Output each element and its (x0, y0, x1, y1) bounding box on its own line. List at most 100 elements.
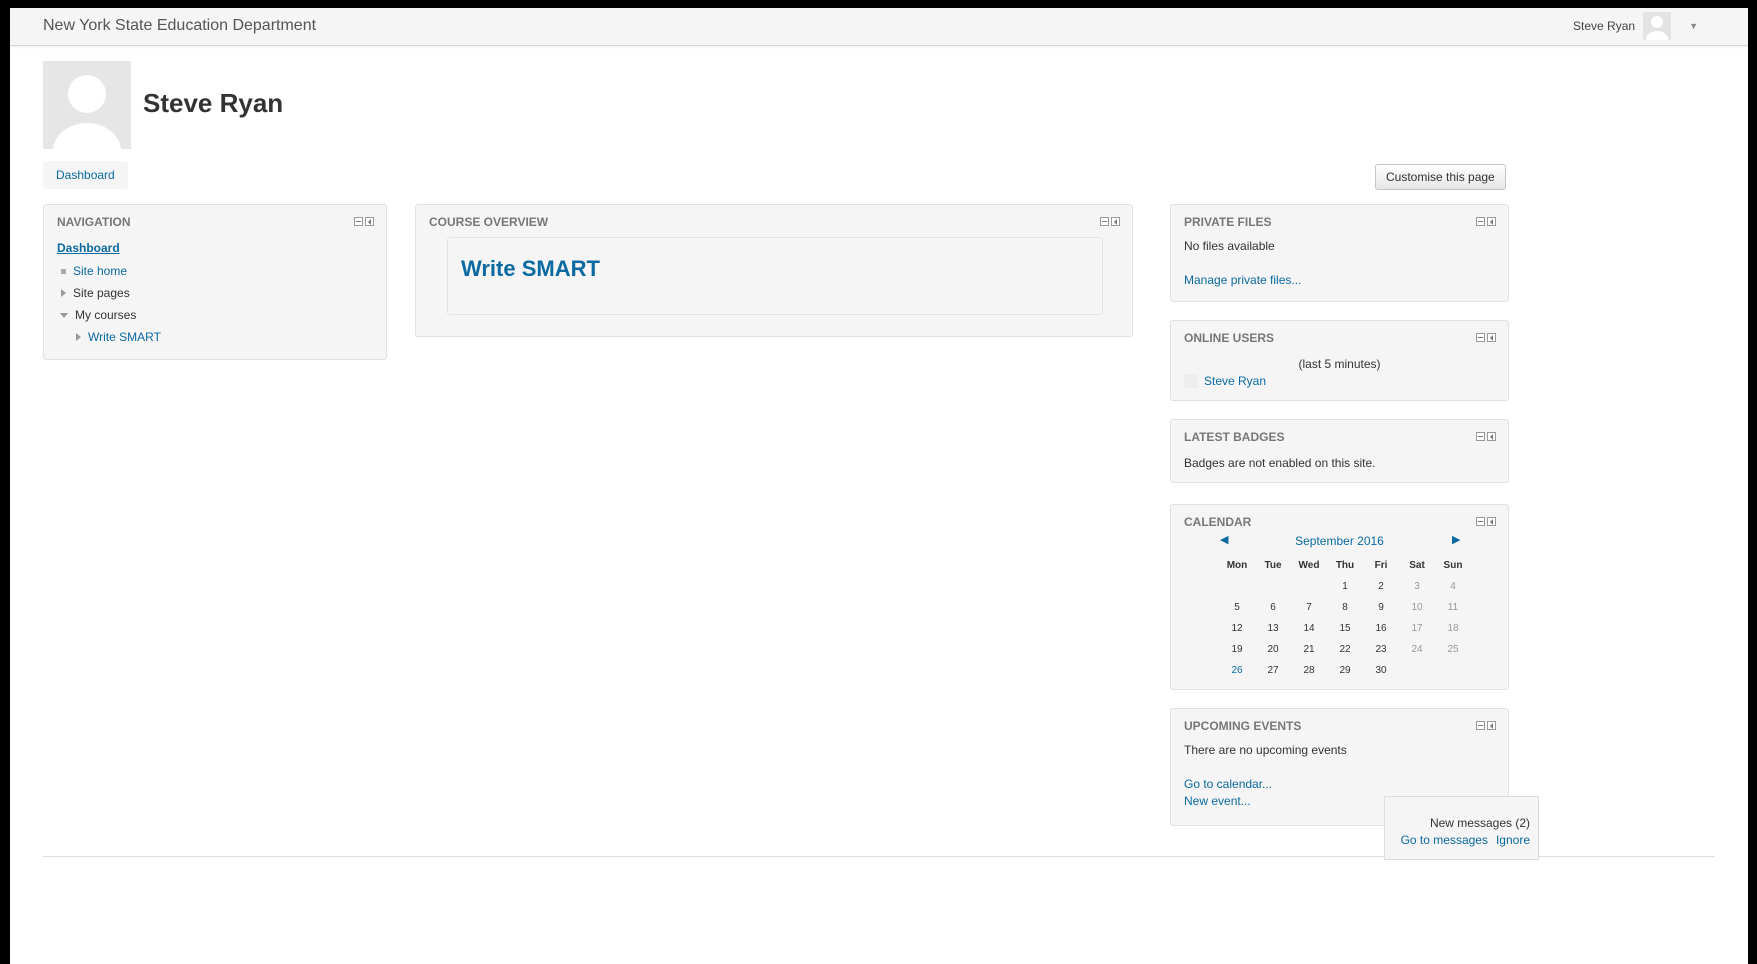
manage-private-files-link[interactable]: Manage private files... (1184, 273, 1301, 287)
calendar-day[interactable]: 5 (1219, 597, 1255, 618)
chevron-down-icon[interactable]: ▼ (1689, 21, 1698, 31)
calendar-day[interactable]: 3 (1399, 576, 1435, 597)
nav-item-label[interactable]: Site home (73, 264, 127, 278)
calendar-day[interactable]: 9 (1363, 597, 1399, 618)
collapse-icon[interactable] (1476, 517, 1485, 526)
ignore-messages-link[interactable]: Ignore (1496, 833, 1530, 847)
calendar-day[interactable]: 8 (1327, 597, 1363, 618)
collapse-icon[interactable] (1100, 217, 1109, 226)
dock-icon[interactable] (365, 217, 374, 226)
nav-item-my-courses[interactable]: My courses (60, 308, 136, 322)
calendar-day[interactable]: 7 (1291, 597, 1327, 618)
calendar-day[interactable]: 6 (1255, 597, 1291, 618)
user-avatar-icon (1184, 374, 1198, 388)
dock-icon[interactable] (1487, 217, 1496, 226)
site-brand[interactable]: New York State Education Department (43, 17, 316, 35)
calendar-day[interactable]: 12 (1219, 618, 1255, 639)
collapse-icon[interactable] (1476, 333, 1485, 342)
calendar-day[interactable]: 26 (1219, 660, 1255, 681)
calendar-day[interactable]: 18 (1435, 618, 1471, 639)
nav-item-site-pages[interactable]: Site pages (61, 286, 130, 300)
collapse-icon[interactable] (1476, 432, 1485, 441)
nav-item-label[interactable]: My courses (75, 308, 136, 322)
calendar-day[interactable]: 15 (1327, 618, 1363, 639)
calendar-day[interactable]: 4 (1435, 576, 1471, 597)
go-to-calendar-link[interactable]: Go to calendar... (1184, 777, 1272, 791)
nav-item-label[interactable]: Site pages (73, 286, 130, 300)
calendar-day[interactable]: 30 (1363, 660, 1399, 681)
customise-page-button[interactable]: Customise this page (1375, 164, 1506, 190)
navigation-block: NAVIGATION Dashboard Site home Site page… (43, 204, 387, 360)
course-overview-block: COURSE OVERVIEW Write SMART (415, 204, 1133, 337)
dock-icon[interactable] (1487, 721, 1496, 730)
calendar-weekday: Sat (1409, 560, 1425, 571)
block-controls (1476, 432, 1496, 441)
user-menu[interactable]: Steve Ryan ▼ (1573, 12, 1698, 40)
dock-icon[interactable] (1487, 333, 1496, 342)
course-title-link[interactable]: Write SMART (461, 256, 600, 282)
expand-arrow-icon[interactable] (76, 333, 81, 341)
collapse-icon[interactable] (354, 217, 363, 226)
calendar-day[interactable]: 29 (1327, 660, 1363, 681)
dock-icon[interactable] (1487, 432, 1496, 441)
dock-icon[interactable] (1487, 517, 1496, 526)
calendar-day[interactable]: 19 (1219, 639, 1255, 660)
calendar-grid: Mon Tue Wed Thu Fri Sat Sun 1 2 3 4 5 6 7 8 9 10 11 12 13 1… (1219, 555, 1471, 681)
profile-avatar (43, 61, 131, 149)
breadcrumb: Dashboard (43, 161, 128, 189)
calendar-week-row: 1234 (1219, 576, 1471, 597)
calendar-block: CALENDAR September 2016 ◀ ▶ Mon Tue Wed Thu… (1170, 504, 1509, 690)
calendar-empty-cell (1435, 660, 1471, 681)
nav-dashboard-link[interactable]: Dashboard (57, 241, 120, 255)
bullet-icon (61, 268, 66, 274)
calendar-empty-cell (1255, 576, 1291, 597)
calendar-day[interactable]: 2 (1363, 576, 1399, 597)
calendar-day[interactable]: 20 (1255, 639, 1291, 660)
user-avatar-icon[interactable] (1643, 12, 1672, 40)
block-title: LATEST BADGES (1184, 430, 1285, 444)
collapse-icon[interactable] (1476, 217, 1485, 226)
go-to-messages-link[interactable]: Go to messages (1401, 833, 1488, 847)
online-users-block: ONLINE USERS (last 5 minutes) Steve Ryan (1170, 320, 1509, 401)
calendar-day[interactable]: 24 (1399, 639, 1435, 660)
online-users-subtitle: (last 5 minutes) (1298, 357, 1381, 371)
calendar-days: 1 2 3 4 5 6 7 8 9 10 11 12 13 14 15 16 17 18 19 20 21 22 23 24 2… (1219, 576, 1471, 681)
breadcrumb-dashboard[interactable]: Dashboard (56, 168, 115, 182)
dock-icon[interactable] (1111, 217, 1120, 226)
private-files-block: PRIVATE FILES No files available Manage … (1170, 204, 1509, 302)
private-files-empty: No files available (1184, 239, 1275, 253)
expand-arrow-icon[interactable] (61, 289, 66, 297)
upcoming-events-message: There are no upcoming events (1184, 743, 1347, 757)
calendar-day[interactable]: 10 (1399, 597, 1435, 618)
collapse-icon[interactable] (1476, 721, 1485, 730)
calendar-weekday: Fri (1374, 560, 1388, 571)
calendar-day[interactable]: 21 (1291, 639, 1327, 660)
page-title: Steve Ryan (143, 88, 284, 118)
new-event-link[interactable]: New event... (1184, 794, 1251, 808)
block-title: COURSE OVERVIEW (429, 215, 549, 229)
block-title: CALENDAR (1184, 515, 1252, 529)
nav-item-write-smart[interactable]: Write SMART (76, 330, 161, 344)
nav-item-site-home[interactable]: Site home (61, 264, 127, 278)
calendar-day[interactable]: 14 (1291, 618, 1327, 639)
calendar-day[interactable]: 25 (1435, 639, 1471, 660)
calendar-day[interactable]: 13 (1255, 618, 1291, 639)
calendar-empty-cell (1399, 660, 1435, 681)
calendar-next-icon[interactable]: ▶ (1452, 533, 1460, 546)
calendar-week-row: 5 6 7 8 9 10 11 (1219, 597, 1471, 618)
online-user-link[interactable]: Steve Ryan (1204, 374, 1266, 388)
calendar-day[interactable]: 27 (1255, 660, 1291, 681)
calendar-day[interactable]: 11 (1435, 597, 1471, 618)
nav-item-label[interactable]: Write SMART (88, 330, 161, 344)
calendar-day[interactable]: 17 (1399, 618, 1435, 639)
block-controls (1476, 721, 1496, 730)
calendar-day[interactable]: 1 (1327, 576, 1363, 597)
calendar-day[interactable]: 23 (1363, 639, 1399, 660)
calendar-weekday-row: Mon Tue Wed Thu Fri Sat Sun (1219, 555, 1471, 576)
calendar-day[interactable]: 16 (1363, 618, 1399, 639)
calendar-day[interactable]: 28 (1291, 660, 1327, 681)
user-menu-name[interactable]: Steve Ryan (1573, 19, 1635, 33)
calendar-day[interactable]: 22 (1327, 639, 1363, 660)
calendar-prev-icon[interactable]: ◀ (1220, 533, 1228, 546)
collapse-arrow-icon[interactable] (60, 312, 68, 318)
